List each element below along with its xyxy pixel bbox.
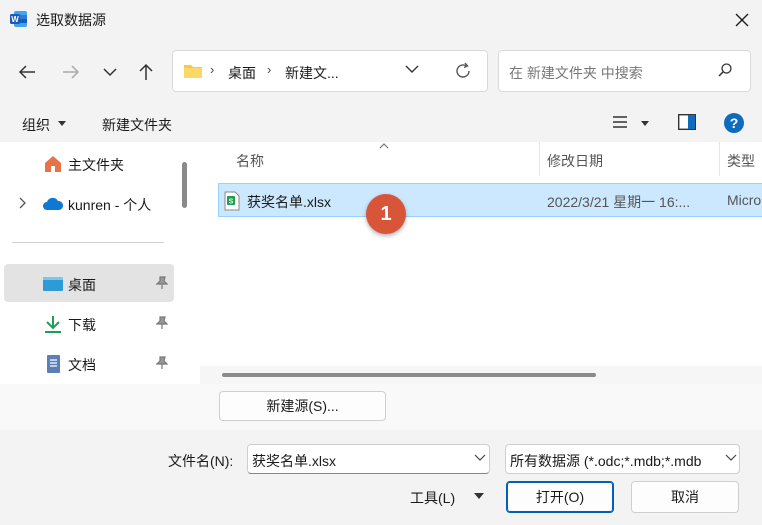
- sidebar-item-documents[interactable]: 文档: [4, 344, 174, 382]
- back-arrow-icon: [18, 65, 35, 79]
- sort-ascending-icon: [379, 143, 389, 149]
- forward-button[interactable]: [58, 59, 84, 85]
- breadcrumb-desktop[interactable]: 桌面: [228, 63, 256, 83]
- sidebar-item-home[interactable]: 主文件夹: [4, 144, 174, 182]
- breadcrumb-new-folder[interactable]: 新建文...: [285, 63, 339, 83]
- file-list: 名称 修改日期 类型 S 获奖名单.xlsx 2022/3/21 星期一 16:…: [196, 142, 762, 384]
- desktop-icon: [43, 277, 63, 291]
- download-icon: [45, 316, 61, 333]
- close-icon: [735, 13, 749, 27]
- sidebar-item-downloads[interactable]: 下载: [4, 304, 174, 342]
- open-button[interactable]: 打开(O): [506, 481, 614, 513]
- sidebar-item-label: kunren - 个人: [68, 197, 152, 213]
- home-icon: [45, 156, 61, 172]
- sidebar-item-label: 下载: [68, 317, 96, 333]
- sidebar-item-desktop[interactable]: 桌面: [4, 264, 174, 302]
- scrollbar-thumb[interactable]: [222, 373, 596, 377]
- caret-down-icon[interactable]: [641, 121, 649, 126]
- file-type-filter-value: 所有数据源 (*.odc;*.mdb;*.mdb: [510, 453, 702, 469]
- up-button[interactable]: [133, 59, 159, 85]
- help-icon[interactable]: ?: [723, 112, 745, 134]
- pin-icon[interactable]: [156, 276, 168, 290]
- organize-menu[interactable]: 组织: [22, 115, 66, 135]
- sidebar-item-label: 文档: [68, 357, 96, 373]
- file-row[interactable]: S 获奖名单.xlsx 2022/3/21 星期一 16:... Micro: [218, 183, 762, 217]
- svg-text:W: W: [11, 15, 19, 24]
- breadcrumb-separator: ›: [210, 62, 215, 77]
- folder-icon: [184, 65, 202, 78]
- navigation-pane: 主文件夹 kunren - 个人 桌面 下载 文档: [0, 142, 196, 384]
- svg-text:?: ?: [730, 115, 739, 131]
- chevron-right-icon[interactable]: [18, 197, 26, 209]
- recent-locations-button[interactable]: [97, 59, 123, 85]
- preview-pane-icon[interactable]: [678, 114, 696, 130]
- view-options-icon[interactable]: [612, 115, 628, 129]
- chevron-down-icon[interactable]: [725, 454, 737, 462]
- up-arrow-icon: [139, 63, 153, 80]
- filename-input[interactable]: 获奖名单.xlsx: [252, 451, 336, 471]
- refresh-icon[interactable]: [453, 61, 473, 81]
- close-button[interactable]: [724, 6, 760, 34]
- caret-down-icon: [58, 121, 66, 126]
- search-icon: [718, 63, 732, 77]
- document-icon: [47, 355, 60, 373]
- column-header-modified[interactable]: 修改日期: [547, 151, 603, 171]
- command-bar: 组织 新建文件夹 ?: [0, 104, 762, 142]
- search-placeholder: 在 新建文件夹 中搜索: [509, 65, 643, 81]
- onedrive-cloud-icon: [43, 197, 64, 210]
- new-folder-label: 新建文件夹: [102, 117, 172, 133]
- sidebar-item-label: 桌面: [68, 277, 96, 293]
- file-type: Micro: [727, 192, 762, 208]
- sidebar-divider: [12, 242, 164, 243]
- pin-icon[interactable]: [156, 356, 168, 370]
- file-type-filter-select[interactable]: 所有数据源 (*.odc;*.mdb;*.mdb: [505, 444, 740, 474]
- file-modified-date: 2022/3/21 星期一 16:...: [547, 194, 691, 210]
- chevron-down-icon[interactable]: [405, 64, 419, 74]
- title-bar: W 选取数据源: [0, 0, 762, 38]
- filename-label: 文件名(N):: [168, 453, 234, 469]
- column-header-name[interactable]: 名称: [236, 151, 264, 171]
- navigation-bar: › 桌面 › 新建文... 在 新建文件夹 中搜索: [0, 38, 762, 104]
- sidebar-item-onedrive[interactable]: kunren - 个人: [4, 184, 174, 222]
- step-marker-badge: 1: [366, 194, 406, 234]
- address-bar[interactable]: › 桌面 › 新建文...: [172, 50, 488, 92]
- sidebar-scrollbar[interactable]: [182, 162, 187, 208]
- file-name: 获奖名单.xlsx: [247, 194, 331, 210]
- word-icon: W: [10, 11, 27, 27]
- chevron-down-icon[interactable]: [474, 454, 486, 462]
- new-folder-button[interactable]: 新建文件夹: [102, 115, 172, 135]
- chevron-down-icon: [103, 68, 117, 77]
- sidebar-item-label: 主文件夹: [68, 157, 124, 173]
- organize-label: 组织: [22, 117, 50, 133]
- filename-combobox[interactable]: 获奖名单.xlsx: [247, 444, 490, 474]
- forward-arrow-icon: [63, 65, 80, 79]
- window-title: 选取数据源: [36, 12, 106, 28]
- caret-down-icon[interactable]: [474, 493, 484, 499]
- cancel-button[interactable]: 取消: [631, 481, 739, 513]
- svg-text:S: S: [229, 199, 234, 206]
- column-divider[interactable]: [719, 142, 720, 176]
- column-header-type[interactable]: 类型: [727, 151, 755, 171]
- pin-icon[interactable]: [156, 316, 168, 330]
- spreadsheet-file-icon: S: [224, 191, 240, 211]
- new-source-button[interactable]: 新建源(S)...: [219, 391, 386, 421]
- search-box[interactable]: 在 新建文件夹 中搜索: [498, 50, 751, 92]
- breadcrumb-separator: ›: [267, 62, 272, 77]
- column-divider[interactable]: [539, 142, 540, 176]
- back-button[interactable]: [14, 59, 40, 85]
- tools-menu[interactable]: 工具(L): [410, 488, 455, 508]
